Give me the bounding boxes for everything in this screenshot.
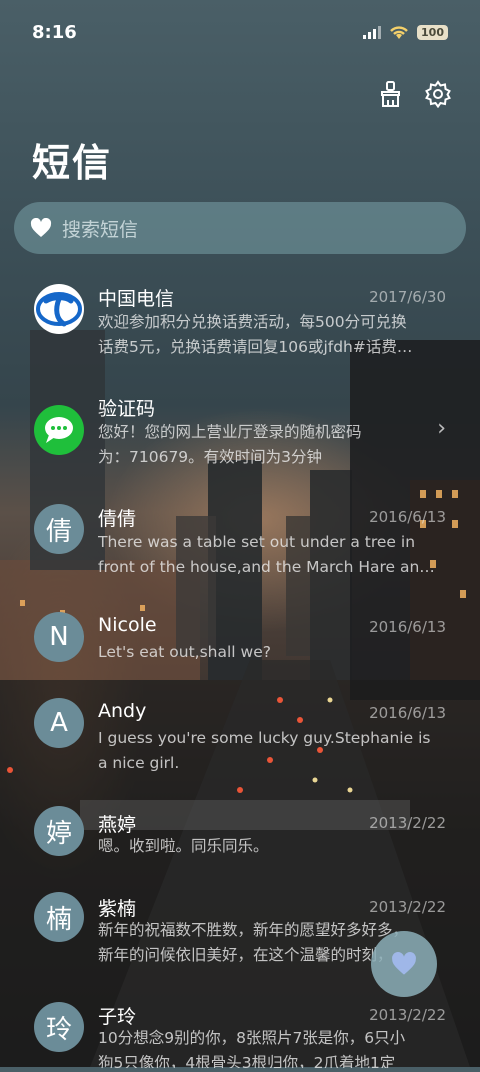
conversation-item[interactable]: N Nicole 2016/6/13 Let's eat out,shall w… — [0, 600, 480, 680]
message-preview: I guess you're some lucky guy.Stephanie … — [98, 729, 431, 772]
message-date: 2013/2/22 — [369, 814, 446, 832]
gear-icon — [425, 80, 451, 108]
contact-name: 紫楠 — [98, 898, 137, 920]
contact-name: Andy — [98, 700, 147, 722]
message-date: 2016/6/13 — [369, 508, 446, 526]
conversation-item[interactable]: 验证码 您好！您的网上营业厅登录的随机密码 为：710679。有效时间为3分钟 … — [0, 380, 480, 480]
message-date: 2016/6/13 — [369, 704, 446, 722]
clean-brush-button[interactable] — [374, 78, 406, 110]
conversation-item[interactable]: 倩 倩倩 2016/6/13 There was a table set out… — [0, 490, 480, 590]
conversation-item[interactable]: 中国电信 2017/6/30 欢迎参加积分兑换话费活动，每500分可兑换 话费5… — [0, 270, 480, 370]
search-placeholder: 搜索短信 — [62, 218, 139, 241]
message-preview: Let's eat out,shall we? — [98, 643, 271, 661]
china-telecom-logo-icon — [35, 285, 83, 333]
avatar — [34, 405, 84, 455]
avatar: 楠 — [34, 892, 84, 942]
message-date: 2016/6/13 — [369, 618, 446, 636]
avatar: N — [34, 612, 84, 662]
message-preview: 您好！您的网上营业厅登录的随机密码 为：710679。有效时间为3分钟 — [98, 423, 362, 466]
avatar: A — [34, 698, 84, 748]
message-preview: 欢迎参加积分兑换话费活动，每500分可兑换 话费5元，兑换话费请回复106或jf… — [98, 313, 413, 356]
conversation-item[interactable]: 婷 燕婷 2013/2/22 嗯。收到啦。同乐同乐。 — [0, 796, 480, 876]
signal-icon — [363, 26, 382, 39]
wifi-icon — [390, 26, 408, 39]
brush-icon — [381, 81, 400, 107]
new-message-fab[interactable] — [371, 931, 437, 997]
avatar: 婷 — [34, 806, 84, 856]
message-preview: 嗯。收到啦。同乐同乐。 — [98, 837, 269, 855]
contact-name: 燕婷 — [98, 814, 137, 836]
settings-button[interactable] — [422, 78, 454, 110]
message-date: 2017/6/30 — [369, 288, 446, 306]
contact-name: 子玲 — [98, 1006, 137, 1028]
page-title: 短信 — [32, 141, 113, 185]
avatar: 倩 — [34, 504, 84, 554]
contact-name: 验证码 — [98, 398, 156, 420]
search-bar[interactable]: 搜索短信 — [14, 202, 466, 254]
conversation-item[interactable]: A Andy 2016/6/13 I guess you're some luc… — [0, 686, 480, 786]
contact-name: Nicole — [98, 614, 157, 636]
message-date: 2013/2/22 — [369, 1006, 446, 1024]
status-time: 8:16 — [32, 22, 77, 43]
chevron-right-icon: › — [437, 416, 446, 441]
conversation-item[interactable]: 玲 子玲 2013/2/22 10分想念9别的你，8张照片7张是你，6只小 狗5… — [0, 992, 480, 1072]
status-bar: 8:16 100 — [0, 0, 480, 66]
contact-name: 中国电信 — [98, 288, 175, 310]
heart-icon — [392, 952, 416, 975]
contact-name: 倩倩 — [98, 508, 137, 530]
message-preview: 10分想念9别的你，8张照片7张是你，6只小 狗5只像你，4根骨头3根归你，2爪… — [98, 1029, 406, 1068]
avatar: 玲 — [34, 1002, 84, 1052]
status-icons: 100 — [363, 24, 448, 40]
heart-search-icon — [30, 217, 52, 239]
message-bubble-icon — [45, 417, 73, 443]
avatar — [34, 284, 84, 334]
message-preview: There was a table set out under a tree i… — [98, 533, 435, 576]
top-actions — [374, 78, 454, 110]
message-date: 2013/2/22 — [369, 898, 446, 916]
battery-indicator: 100 — [417, 24, 448, 40]
